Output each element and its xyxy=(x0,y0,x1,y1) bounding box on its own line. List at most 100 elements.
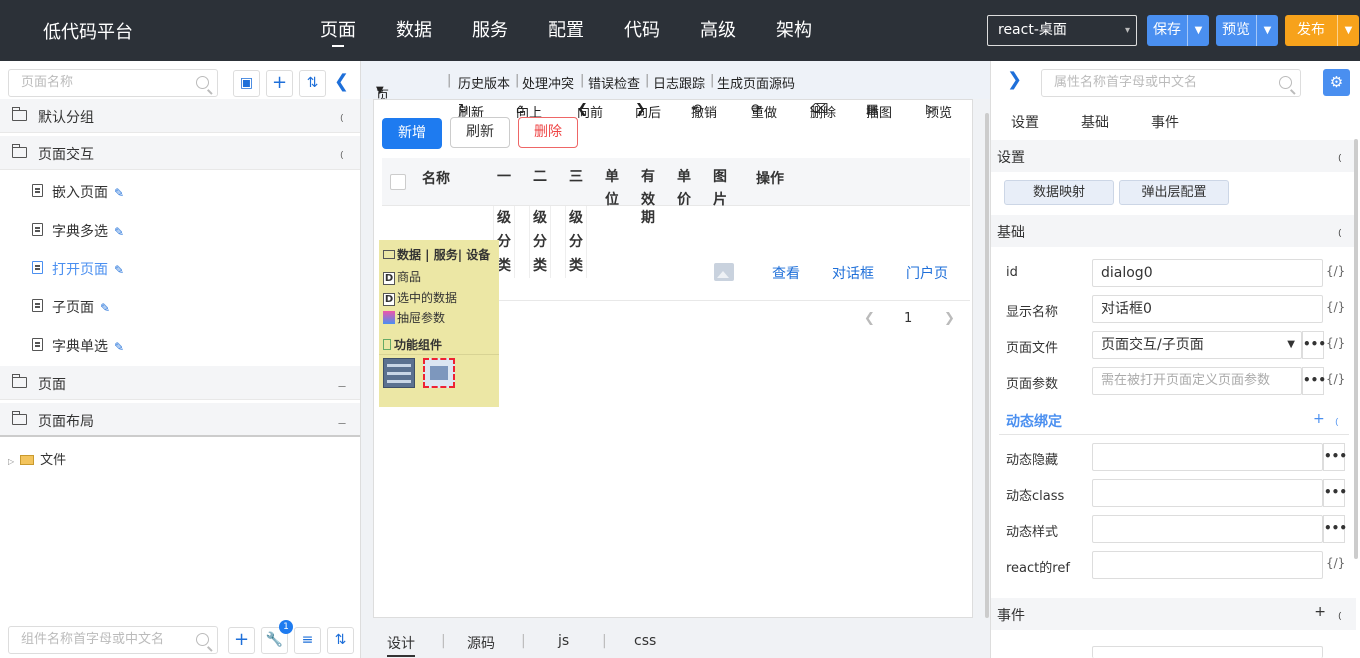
more-dots-button[interactable]: ••• xyxy=(1302,367,1326,395)
group-page[interactable]: 页面 ﹘ xyxy=(0,366,360,400)
panel-item-goods[interactable]: D 商品 xyxy=(383,268,421,285)
section-events[interactable]: 事件 + ﹙ xyxy=(991,598,1356,630)
tree-item-open-page[interactable]: 打开页面 ✎ xyxy=(0,249,360,287)
popup-config-button[interactable]: 弹出层配置 xyxy=(1119,180,1229,205)
display-name-input[interactable]: 对话框0 xyxy=(1092,295,1323,323)
edit-icon[interactable]: ✎ xyxy=(114,263,124,277)
nav-page[interactable]: 页面 xyxy=(300,0,376,61)
event-input[interactable] xyxy=(1092,646,1323,658)
page-number[interactable]: 1 xyxy=(904,311,912,326)
more-dots-button[interactable]: ••• xyxy=(1323,479,1347,507)
expand-right-icon[interactable]: ❯ xyxy=(1007,69,1022,90)
expression-icon[interactable]: {/} xyxy=(1326,556,1345,570)
add-component-button[interactable]: + xyxy=(228,627,255,654)
id-input[interactable]: dialog0 xyxy=(1092,259,1323,287)
tab-events[interactable]: 事件 xyxy=(1151,112,1179,132)
nav-service[interactable]: 服务 xyxy=(452,0,528,61)
expression-icon[interactable]: {/} xyxy=(1326,372,1345,386)
nav-config[interactable]: 配置 xyxy=(528,0,604,61)
nav-advanced[interactable]: 高级 xyxy=(680,0,756,61)
edit-icon[interactable]: ✎ xyxy=(114,186,124,200)
select-all-checkbox[interactable] xyxy=(390,174,406,190)
save-button[interactable]: 保存 ▼ xyxy=(1147,15,1209,46)
expression-icon[interactable]: {/} xyxy=(1326,300,1345,314)
more-dots-button[interactable]: ••• xyxy=(1323,443,1347,471)
group-interaction[interactable]: 页面交互 ﹙ xyxy=(0,136,360,170)
generate-source-button[interactable]: 生成页面源码 xyxy=(717,73,795,92)
edit-icon[interactable]: ✎ xyxy=(100,301,110,315)
data-mapping-button[interactable]: 数据映射 xyxy=(1004,180,1114,205)
react-ref-input[interactable] xyxy=(1092,551,1323,579)
edit-icon[interactable]: ✎ xyxy=(114,225,124,239)
tab-source[interactable]: 源码 xyxy=(467,633,495,653)
refresh-button[interactable]: 刷新 xyxy=(450,117,510,148)
tab-js[interactable]: js xyxy=(558,633,569,649)
page-search-input[interactable]: 页面名称 xyxy=(8,69,218,97)
error-check-button[interactable]: 错误检查 xyxy=(588,73,640,92)
nav-architecture[interactable]: 架构 xyxy=(756,0,832,61)
prev-page-icon[interactable]: ❮ xyxy=(864,311,875,326)
caret-down-icon[interactable]: ▼ xyxy=(1187,15,1209,46)
dialog-component-icon[interactable] xyxy=(423,358,455,388)
view-link[interactable]: 查看 xyxy=(772,263,800,283)
tree-item-dict-multi[interactable]: 字典多选 ✎ xyxy=(0,211,360,249)
tab-basic[interactable]: 基础 xyxy=(1081,112,1109,132)
page-file-select[interactable]: 页面交互/子页面 ▼ xyxy=(1092,331,1302,359)
collapse-left-icon[interactable]: ❮ xyxy=(334,71,349,92)
dynamic-hide-input[interactable] xyxy=(1092,443,1323,471)
tree-item-dict-single[interactable]: 字典单选 ✎ xyxy=(0,326,360,364)
add-page-button[interactable]: + xyxy=(266,70,293,97)
expression-icon[interactable]: {/} xyxy=(1326,264,1345,278)
publish-button[interactable]: 发布 ▼ xyxy=(1285,15,1359,46)
nav-data[interactable]: 数据 xyxy=(376,0,452,61)
plus-icon[interactable]: + xyxy=(1313,411,1325,427)
group-layout[interactable]: 页面布局 ﹘ xyxy=(0,403,360,437)
log-trace-button[interactable]: 日志跟踪 xyxy=(653,73,705,92)
canvas-scrollbar[interactable] xyxy=(985,113,989,618)
list-component-icon[interactable] xyxy=(383,358,415,388)
caret-down-icon[interactable]: ▼ xyxy=(1337,15,1359,46)
property-search-input[interactable]: 属性名称首字母或中文名 xyxy=(1041,69,1301,97)
design-canvas[interactable]: ↻ 刷新 ⌂ 向上 ❮ 向前 ❯ 向后 ⟲ 撤销 ⟳ 重做 ⌫ 删除 ▦ 插图 ▷ 预览 新增 刷… xyxy=(373,99,973,618)
preview-button[interactable]: 预览 ▼ xyxy=(1216,15,1278,46)
next-page-icon[interactable]: ❯ xyxy=(944,311,955,326)
add-button[interactable]: 新增 xyxy=(382,118,442,149)
dialog-link[interactable]: 对话框 xyxy=(832,263,874,283)
tab-settings[interactable]: 设置 xyxy=(1011,112,1039,132)
panel-item-selected[interactable]: D 选中的数据 xyxy=(383,289,457,306)
resolve-conflict-button[interactable]: 处理冲突 xyxy=(522,73,574,92)
component-search-input[interactable]: 组件名称首字母或中文名 xyxy=(8,626,218,654)
tree-item-subpage[interactable]: 子页面 ✎ xyxy=(0,287,360,325)
group-default[interactable]: 默认分组 ﹙ xyxy=(0,99,360,133)
tab-css[interactable]: css xyxy=(634,633,656,649)
delete-button[interactable]: 删除 xyxy=(518,117,578,148)
more-dots-button[interactable]: ••• xyxy=(1323,515,1347,543)
caret-down-icon[interactable]: ▼ xyxy=(1256,15,1278,46)
tab-design[interactable]: 设计 xyxy=(387,633,415,657)
section-settings[interactable]: 设置 ﹙ xyxy=(991,140,1356,172)
properties-scrollbar[interactable] xyxy=(1354,139,1358,559)
add-folder-button[interactable]: ▣ xyxy=(233,70,260,97)
history-button[interactable]: 历史版本 xyxy=(458,73,510,92)
more-dots-button[interactable]: ••• xyxy=(1302,331,1326,359)
dynamic-class-input[interactable] xyxy=(1092,479,1323,507)
page-param-input[interactable]: 需在被打开页面定义页面参数 xyxy=(1092,367,1302,395)
portal-link[interactable]: 门户页 xyxy=(906,263,948,283)
settings-button[interactable]: ⚙ xyxy=(1323,69,1350,96)
tree-item-embed[interactable]: 嵌入页面 ✎ xyxy=(0,172,360,210)
sort-button[interactable]: ⇅ xyxy=(299,70,326,97)
edit-icon[interactable]: ✎ xyxy=(114,340,124,354)
plus-icon[interactable]: + xyxy=(1314,604,1326,620)
platform-select[interactable]: react-桌面 ▾ xyxy=(987,15,1137,46)
tree-node-file[interactable]: ▷ 文件 xyxy=(8,449,66,468)
dynamic-style-input[interactable] xyxy=(1092,515,1323,543)
section-basic[interactable]: 基础 ﹙ xyxy=(991,215,1356,247)
caret-right-icon[interactable]: ▷ xyxy=(8,457,14,466)
list-indent-button[interactable]: ≡ xyxy=(294,627,321,654)
panel-item-drawer-param[interactable]: 抽屉参数 xyxy=(383,309,445,326)
tools-button[interactable]: 🔧 1 xyxy=(261,620,293,654)
chevron-down-icon[interactable]: ﹙ xyxy=(1331,412,1343,429)
nav-code[interactable]: 代码 xyxy=(604,0,680,61)
expression-icon[interactable]: {/} xyxy=(1326,336,1345,350)
sort-components-button[interactable]: ⇅ xyxy=(327,627,354,654)
